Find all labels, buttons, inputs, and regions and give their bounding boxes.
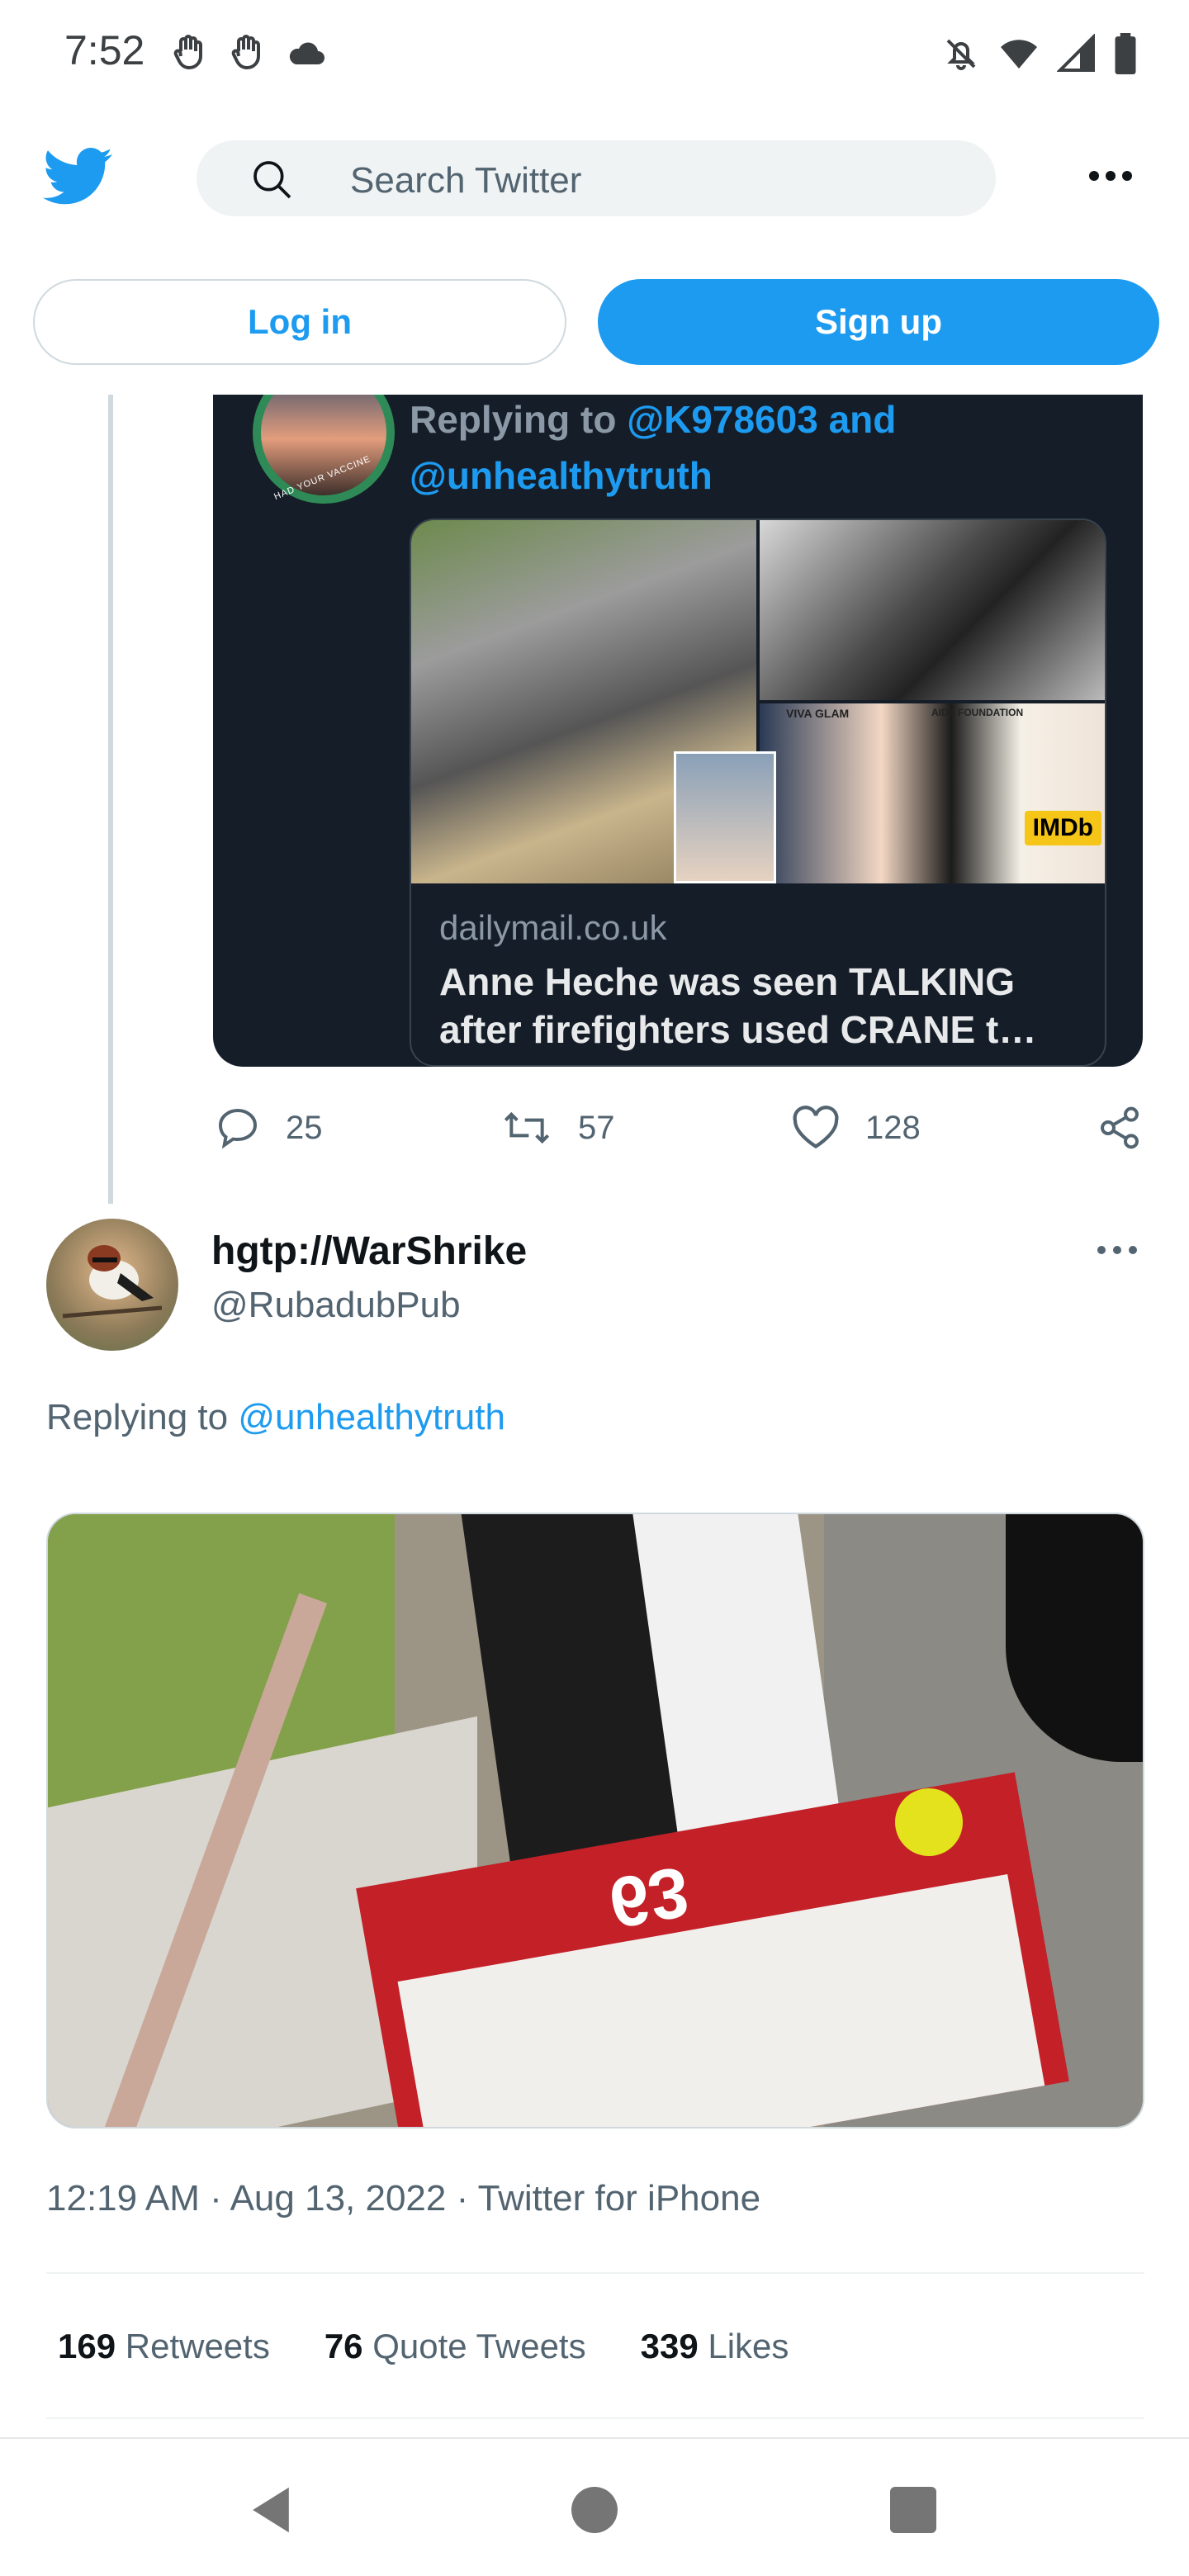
top-bar: Search Twitter <box>0 132 1189 223</box>
status-icons-right <box>941 33 1138 74</box>
mention-link: @unhealthytruth <box>410 454 713 497</box>
tweet-actions: 25 57 128 <box>213 1098 1146 1156</box>
link-preview-card: VIVA GLAM AIDS FOUNDATION IMDb dailymail… <box>410 519 1106 1067</box>
system-nav-bar <box>0 2437 1189 2576</box>
hand-icon <box>173 35 202 70</box>
quotes-label: Quote Tweets <box>372 2327 586 2365</box>
media-sign-panel <box>397 1873 1045 2127</box>
image-text-viva: VIVA GLAM <box>786 707 850 720</box>
battery-icon <box>1115 33 1136 74</box>
reply-icon <box>219 1109 257 1149</box>
tweet-timestamp[interactable]: 12:19 AM · Aug 13, 2022 · Twitter for iP… <box>46 2178 760 2219</box>
imdb-badge: IMDb <box>1024 811 1101 845</box>
status-bar: 7:52 <box>0 0 1189 107</box>
quoted-avatar <box>253 395 395 504</box>
red-carpet-image <box>760 703 1105 883</box>
tweet-media-image[interactable]: 63 <box>46 1513 1144 2129</box>
retweet-action[interactable]: 57 <box>500 1105 615 1151</box>
share-icon <box>1101 1106 1139 1149</box>
login-button[interactable]: Log in <box>33 279 566 365</box>
quoted-tweet-screenshot[interactable]: HAD YOUR VACCINE Replying to @K978603 an… <box>213 395 1143 1067</box>
tweet-more-icon[interactable] <box>1097 1245 1138 1255</box>
search-input[interactable]: Search Twitter <box>197 140 996 216</box>
bird-avatar-image <box>62 1245 163 1319</box>
likes-label: Likes <box>708 2327 789 2365</box>
replying-prefix: Replying to <box>46 1397 229 1437</box>
link-title: Anne Heche was seen TALKING after firefi… <box>439 960 1037 1051</box>
quote-tweets-stat[interactable]: 76 Quote Tweets <box>324 2327 586 2366</box>
divider <box>46 2417 1144 2419</box>
wifi-icon <box>1001 40 1037 69</box>
retweet-icon <box>504 1111 550 1144</box>
reply-count: 25 <box>286 1109 323 1146</box>
link-preview-image: VIVA GLAM AIDS FOUNDATION IMDb <box>411 520 1105 883</box>
home-icon[interactable] <box>571 2487 618 2533</box>
media-tennis-ball <box>895 1788 963 1856</box>
author-name[interactable]: hgtp://WarShrike <box>211 1229 527 1274</box>
retweets-count: 169 <box>58 2327 116 2365</box>
status-icons-left <box>169 33 328 73</box>
more-options-icon[interactable] <box>1088 170 1133 182</box>
image-text-aids: AIDS FOUNDATION <box>931 707 1024 718</box>
likes-count: 339 <box>640 2327 699 2365</box>
signup-button[interactable]: Sign up <box>598 279 1159 365</box>
search-placeholder: Search Twitter <box>350 160 582 201</box>
heart-icon <box>793 1106 839 1148</box>
quotes-count: 76 <box>324 2327 363 2365</box>
sign-number: 63 <box>603 1851 695 1944</box>
bell-off-icon <box>946 39 976 70</box>
share-action[interactable] <box>1097 1105 1143 1151</box>
retweets-stat[interactable]: 169 Retweets <box>58 2327 270 2366</box>
link-domain: dailymail.co.uk <box>439 908 667 947</box>
retweet-count: 57 <box>578 1109 615 1146</box>
like-count: 128 <box>865 1109 921 1146</box>
mention-link: @K978603 <box>627 398 818 441</box>
retweets-label: Retweets <box>125 2327 270 2365</box>
replying-to: Replying to @unhealthytruth <box>46 1397 505 1438</box>
quoted-replying-to: Replying to @K978603 and @unhealthytruth <box>410 395 1120 504</box>
recent-apps-icon[interactable] <box>890 2487 936 2533</box>
thread-connector-line <box>108 395 113 1204</box>
reply-action[interactable]: 25 <box>215 1105 323 1151</box>
author-handle[interactable]: @RubadubPub <box>211 1285 461 1326</box>
burned-car-image <box>760 520 1105 700</box>
back-icon[interactable] <box>248 2485 294 2535</box>
hand-icon <box>231 35 260 70</box>
tweet-stats: 169 Retweets 76 Quote Tweets 339 Likes <box>58 2327 789 2366</box>
twitter-logo-icon[interactable] <box>43 147 112 206</box>
replying-mention-link[interactable]: @unhealthytruth <box>238 1397 505 1437</box>
like-action[interactable]: 128 <box>791 1105 921 1151</box>
replying-prefix: Replying to <box>410 398 617 441</box>
author-avatar[interactable] <box>46 1219 178 1351</box>
car-driver-image <box>674 751 776 883</box>
divider <box>46 2272 1144 2274</box>
cloud-icon <box>289 42 324 64</box>
status-time: 7:52 <box>64 27 145 73</box>
and-word: and <box>828 398 897 441</box>
search-icon <box>253 161 291 199</box>
likes-stat[interactable]: 339 Likes <box>641 2327 789 2366</box>
signal-icon <box>1057 34 1095 72</box>
